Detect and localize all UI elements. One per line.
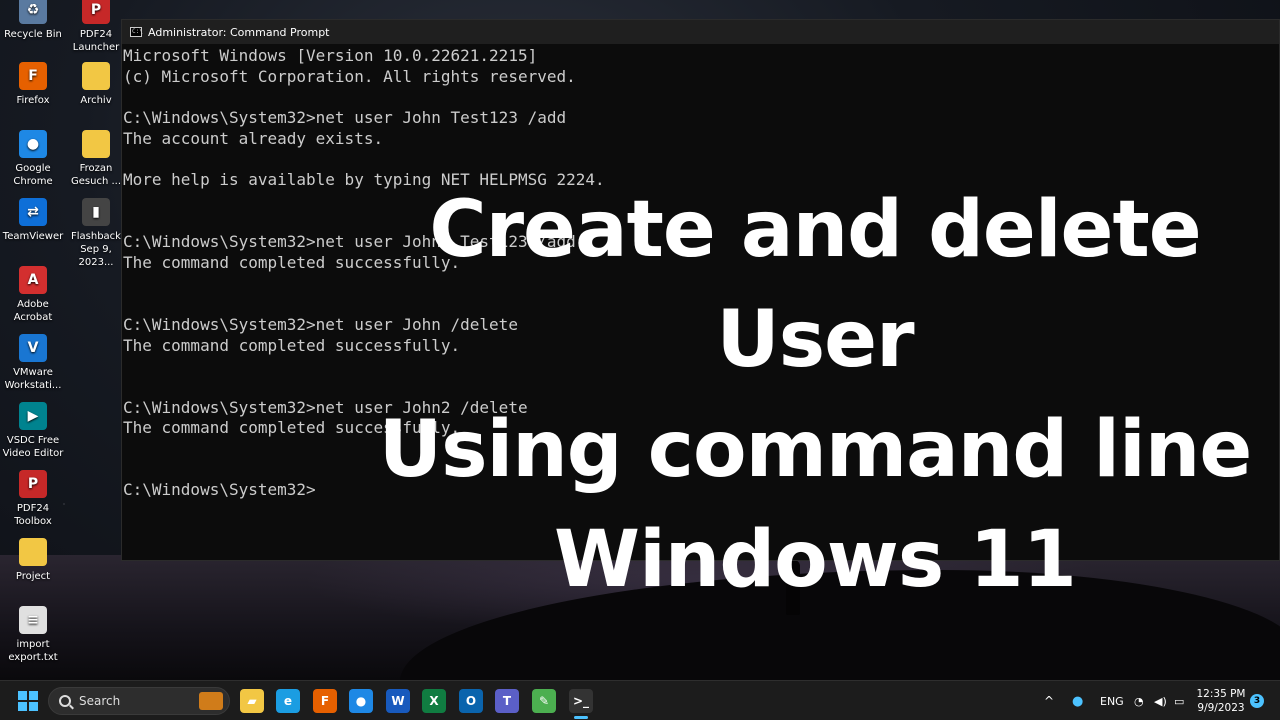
search-label: Search bbox=[79, 694, 121, 708]
firefox-icon[interactable]: F bbox=[313, 689, 337, 713]
desktop-icon-label: TeamViewer bbox=[2, 231, 64, 242]
desktop-icon[interactable]: ▶ VSDC Free Video Editor bbox=[0, 402, 66, 460]
console-line: C:\Windows\System32>net user John Test12… bbox=[123, 108, 567, 128]
start-button[interactable] bbox=[16, 689, 40, 713]
desktop-icon-image: ● bbox=[19, 130, 47, 158]
overlay-line-1: Create and delete User bbox=[429, 185, 1201, 385]
language-indicator[interactable]: ENG bbox=[1100, 681, 1124, 720]
search-highlight-icon bbox=[199, 692, 223, 710]
desktop-icon-image: ≡ bbox=[19, 606, 47, 634]
desktop-icon[interactable]: P PDF24 Toolbox bbox=[0, 470, 66, 528]
windows-logo-icon bbox=[18, 691, 38, 711]
excel-icon[interactable]: X bbox=[422, 689, 446, 713]
desktop-icon-label: PDF24 Launcher bbox=[72, 29, 120, 53]
desktop-icon-image: P bbox=[19, 470, 47, 498]
file-explorer-icon[interactable]: ▰ bbox=[240, 689, 264, 713]
desktop-icon-image: F bbox=[19, 62, 47, 90]
console-line: Microsoft Windows [Version 10.0.22621.22… bbox=[123, 46, 538, 65]
desktop-icon-image bbox=[82, 130, 110, 158]
show-hidden-icons-button[interactable]: ^ bbox=[1044, 681, 1054, 720]
overlay-line-2: Using command line bbox=[378, 405, 1252, 495]
overlay-line-3: Windows 11 bbox=[554, 515, 1077, 605]
desktop-icon-image bbox=[19, 538, 47, 566]
desktop-icon[interactable]: V VMware Workstati... bbox=[0, 334, 66, 392]
desktop-icon-image: A bbox=[19, 266, 47, 294]
desktop-icon[interactable]: P PDF24 Launcher bbox=[63, 0, 129, 54]
taskbar-search-box[interactable]: Search bbox=[48, 687, 230, 715]
desktop-icon-label: Frozan Gesuch ... bbox=[71, 163, 121, 187]
desktop-icon-label: Firefox bbox=[16, 95, 50, 106]
battery-icon[interactable]: ▭ bbox=[1174, 681, 1184, 720]
word-icon[interactable]: W bbox=[386, 689, 410, 713]
desktop-icon-label: import export.txt bbox=[8, 639, 58, 663]
desktop-icon-image: ♻ bbox=[19, 0, 47, 24]
clock-date: 9/9/2023 bbox=[1197, 702, 1245, 714]
teams-icon[interactable]: T bbox=[495, 689, 519, 713]
desktop-icon-image: V bbox=[19, 334, 47, 362]
cmd-window-icon: C:\ bbox=[130, 27, 143, 37]
video-title-overlay: Create and delete User Using command lin… bbox=[350, 175, 1280, 615]
desktop-icon-label: PDF24 Toolbox bbox=[14, 503, 52, 527]
desktop-icon-label: Archiv bbox=[80, 95, 112, 106]
desktop-icon[interactable]: ● Google Chrome bbox=[0, 130, 66, 188]
desktop-icon[interactable]: A Adobe Acrobat bbox=[0, 266, 66, 324]
volume-icon[interactable]: ◀) bbox=[1154, 681, 1167, 720]
desktop-icon[interactable]: Project bbox=[0, 538, 66, 583]
chevron-up-icon: ^ bbox=[1044, 694, 1055, 708]
chrome-icon[interactable]: ● bbox=[349, 689, 373, 713]
terminal-icon[interactable]: >_ bbox=[569, 689, 593, 713]
desktop-icon-label: Google Chrome bbox=[13, 163, 53, 187]
desktop-icon-label: Recycle Bin bbox=[4, 29, 62, 40]
notepad-icon[interactable]: ✎ bbox=[532, 689, 556, 713]
cmd-window-title: Administrator: Command Prompt bbox=[148, 25, 330, 39]
taskbar: Search ▰ e F ● W X O T ✎ >_ ^ ● ENG ◔ ◀) ▭ 12:35 … bbox=[0, 680, 1280, 720]
desktop-icon[interactable]: F Firefox bbox=[0, 62, 66, 107]
desktop-icon[interactable]: ▮ Flashback Sep 9, 2023... bbox=[63, 198, 129, 269]
edge-icon[interactable]: e bbox=[276, 689, 300, 713]
outlook-icon[interactable]: O bbox=[459, 689, 483, 713]
desktop-icon-image: ▶ bbox=[19, 402, 47, 430]
active-app-indicator bbox=[574, 716, 588, 719]
wifi-icon[interactable]: ◔ bbox=[1134, 681, 1144, 720]
desktop-icon-image bbox=[82, 62, 110, 90]
notification-badge[interactable]: 3 bbox=[1250, 694, 1264, 708]
desktop-icon-image: ⇄ bbox=[19, 198, 47, 226]
desktop-icon-image: ▮ bbox=[82, 198, 110, 226]
desktop-icon-label: Flashback Sep 9, 2023... bbox=[71, 231, 121, 268]
desktop-icon-label: Adobe Acrobat bbox=[13, 299, 53, 323]
desktop-icon[interactable]: ≡ import export.txt bbox=[0, 606, 66, 664]
desktop-icon-label: Project bbox=[15, 571, 51, 582]
desktop-icon[interactable]: ⇄ TeamViewer bbox=[0, 198, 66, 243]
cmd-titlebar[interactable]: C:\ Administrator: Command Prompt bbox=[122, 20, 1279, 44]
desktop-icon-label: VSDC Free Video Editor bbox=[2, 435, 64, 459]
desktop-icon[interactable]: Frozan Gesuch ... bbox=[63, 130, 129, 188]
desktop-icon-label: VMware Workstati... bbox=[4, 367, 62, 391]
system-clock[interactable]: 12:35 PM 9/9/2023 bbox=[1196, 687, 1246, 715]
desktop-icon[interactable]: ♻ Recycle Bin bbox=[0, 0, 66, 41]
console-line: (c) Microsoft Corporation. All rights re… bbox=[123, 66, 576, 86]
desktop-icon-image: P bbox=[82, 0, 110, 24]
clock-time: 12:35 PM bbox=[1196, 688, 1246, 700]
microphone-icon[interactable]: ● bbox=[1072, 681, 1083, 720]
search-icon bbox=[59, 695, 71, 707]
console-line: The account already exists. bbox=[123, 128, 384, 148]
desktop-icon[interactable]: Archiv bbox=[63, 62, 129, 107]
